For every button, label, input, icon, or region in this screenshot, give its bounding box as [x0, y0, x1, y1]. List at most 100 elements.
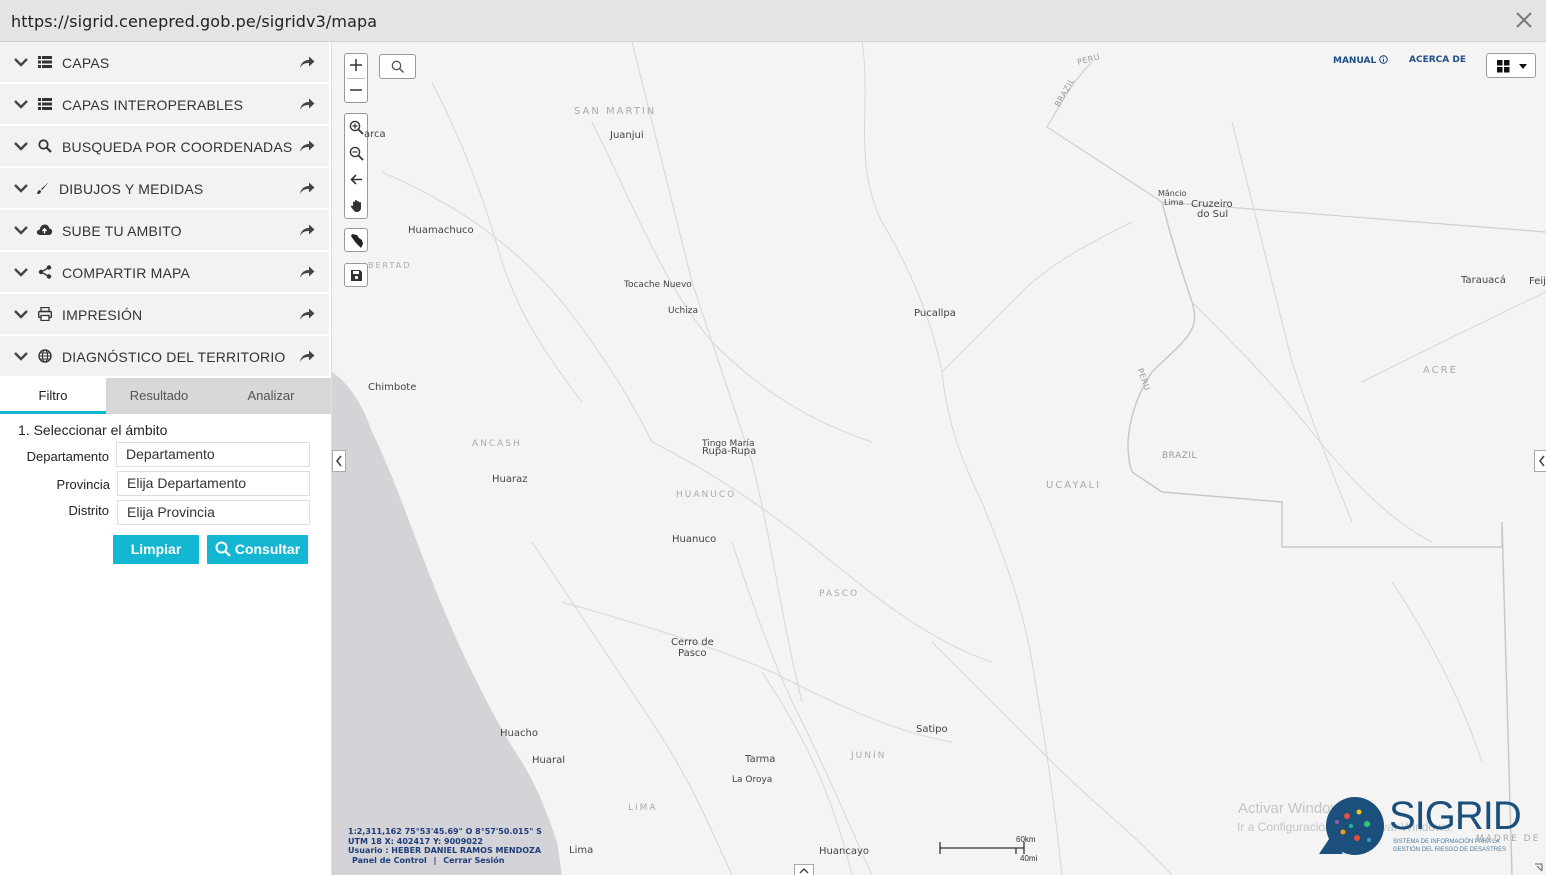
map-canvas[interactable]: MANUAL ACERCA DE Juanjui Huamachuco Toca…: [332, 42, 1546, 875]
diagnostic-tabs: Filtro Resultado Analizar: [0, 378, 331, 414]
zoom-box-out-button[interactable]: [345, 142, 367, 164]
chevron-down-icon: [14, 226, 28, 235]
filter-form: 1. Seleccionar el ámbito Departamento De…: [0, 414, 331, 874]
consultar-button[interactable]: Consultar: [207, 535, 308, 564]
chevron-down-icon: [14, 268, 28, 277]
peru-extent-button[interactable]: [344, 228, 368, 252]
status-readout: 1:2,311,162 75°53'45.69" O 8°57'50.015" …: [348, 827, 542, 865]
caret-down-icon: [1519, 64, 1527, 69]
zoom-in-button[interactable]: [345, 54, 367, 76]
logo-name: SIGRID: [1389, 794, 1522, 838]
accordion-label: DIAGNÓSTICO DEL TERRITORIO: [62, 349, 286, 365]
undock-arrow-icon[interactable]: [299, 265, 315, 279]
close-icon[interactable]: [1512, 8, 1536, 32]
previous-extent-button[interactable]: [345, 168, 367, 190]
region-label: ACRE: [1423, 365, 1458, 376]
scale-mi-label: 40mi: [1020, 854, 1038, 863]
chevron-down-icon: [14, 352, 28, 361]
place-label: Pasco: [678, 648, 707, 659]
logo-line2: GESTIÓN DEL RIESGO DE DESASTRES: [1393, 847, 1507, 853]
scale-bar-graphic: [939, 842, 1025, 854]
print-icon: [37, 306, 54, 323]
undock-arrow-icon[interactable]: [299, 181, 315, 195]
browser-url-bar: https://sigrid.cenepred.gob.pe/sigridv3/…: [0, 0, 1546, 42]
tab-analizar[interactable]: Analizar: [212, 378, 330, 414]
region-label: BERTAD: [368, 261, 412, 270]
region-label: LIMA: [628, 803, 658, 813]
resize-corner-icon[interactable]: [1534, 863, 1544, 873]
undock-arrow-icon[interactable]: [299, 139, 315, 153]
zoom-out-button[interactable]: [345, 79, 367, 101]
undock-arrow-icon[interactable]: [299, 349, 315, 363]
arrow-left-icon: [349, 173, 362, 185]
departamento-select[interactable]: Departamento: [116, 442, 310, 467]
accordion-item[interactable]: DIAGNÓSTICO DEL TERRITORIO: [0, 336, 331, 378]
globe-icon: [38, 349, 54, 365]
distrito-select[interactable]: Elija Provincia: [117, 500, 310, 525]
sigrid-logo: SIGRID SISTEMA DE INFORMACIÓN PARA LA GE…: [1317, 794, 1522, 864]
undock-arrow-icon[interactable]: [299, 223, 315, 237]
map-search-button[interactable]: [379, 54, 416, 79]
place-label: Tarauacá: [1461, 275, 1506, 286]
basemap-gallery-button[interactable]: [1486, 53, 1536, 78]
undock-arrow-icon[interactable]: [299, 307, 315, 321]
chevron-up-icon: [799, 867, 809, 874]
place-label: do Sul: [1197, 209, 1229, 220]
accordion-item[interactable]: BUSQUEDA POR COORDENADAS: [0, 126, 331, 168]
expand-bottom-panel-button[interactable]: [794, 864, 814, 875]
place-label: Juanjui: [610, 130, 644, 141]
accordion-label: DIBUJOS Y MEDIDAS: [59, 181, 204, 197]
region-label: UCAYALI: [1046, 480, 1102, 491]
manual-link[interactable]: MANUAL: [1333, 55, 1389, 66]
chevron-left-icon: [335, 455, 342, 467]
region-label: ANCASH: [472, 439, 522, 449]
search-icon: [38, 139, 54, 155]
chevron-down-icon: [14, 142, 28, 151]
place-label: Mâncio: [1158, 189, 1187, 198]
expand-right-panel-button[interactable]: [1534, 450, 1546, 472]
limpiar-button[interactable]: Limpiar: [113, 535, 199, 564]
save-icon: [351, 270, 362, 281]
map-basemap: [332, 42, 1546, 875]
chevron-down-icon: [14, 58, 28, 67]
region-label: HUANUCO: [676, 490, 737, 500]
chevron-down-icon: [14, 310, 28, 319]
undock-arrow-icon[interactable]: [299, 97, 315, 111]
place-label: Tarma: [745, 754, 776, 765]
chevron-left-icon: [1538, 455, 1545, 467]
region-label: SAN MARTIN: [574, 106, 657, 117]
place-label: Huaraz: [492, 474, 528, 485]
accordion-item[interactable]: DIBUJOS Y MEDIDAS: [0, 168, 331, 210]
logout-link[interactable]: Cerrar Sesión: [443, 856, 504, 865]
scale-coords-text: 1:2,311,162 75°53'45.69" O 8°57'50.015" …: [348, 827, 542, 836]
undock-arrow-icon[interactable]: [299, 55, 315, 69]
accordion-item[interactable]: SUBE TU AMBITO: [0, 210, 331, 252]
accordion-item[interactable]: CAPAS: [0, 42, 331, 84]
pan-button[interactable]: [345, 194, 367, 216]
tab-filtro[interactable]: Filtro: [0, 378, 106, 414]
peru-map-icon: [351, 234, 363, 248]
accordion-list: CAPAS CAPAS INTEROPERABLES BUSQUEDA POR CO…: [0, 42, 331, 378]
accordion-label: SUBE TU AMBITO: [62, 223, 182, 239]
panel-control-link[interactable]: Panel de Control: [352, 856, 427, 865]
accordion-label: CAPAS: [62, 55, 110, 71]
provincia-select[interactable]: Elija Departamento: [117, 471, 310, 496]
place-label: Huanuco: [672, 534, 717, 545]
hand-icon: [350, 199, 361, 212]
cloud-upload-icon: [36, 223, 53, 239]
tab-resultado[interactable]: Resultado: [106, 378, 212, 414]
place-label: Huacho: [500, 728, 538, 739]
save-button[interactable]: [344, 263, 368, 287]
accordion-item[interactable]: CAPAS INTEROPERABLES: [0, 84, 331, 126]
search-icon: [391, 60, 404, 73]
distrito-label: Distrito: [68, 503, 109, 518]
place-label: Tocache Nuevo: [624, 280, 692, 290]
collapse-sidebar-button[interactable]: [332, 450, 346, 472]
place-label: Cerro de: [671, 637, 714, 648]
accordion-item[interactable]: IMPRESIÓN: [0, 294, 331, 336]
list-icon: [38, 97, 54, 113]
acerca-link[interactable]: ACERCA DE: [1409, 55, 1466, 65]
minus-icon: [350, 89, 362, 91]
logo-line1: SISTEMA DE INFORMACIÓN PARA LA: [1393, 839, 1500, 845]
accordion-item[interactable]: COMPARTIR MAPA: [0, 252, 331, 294]
